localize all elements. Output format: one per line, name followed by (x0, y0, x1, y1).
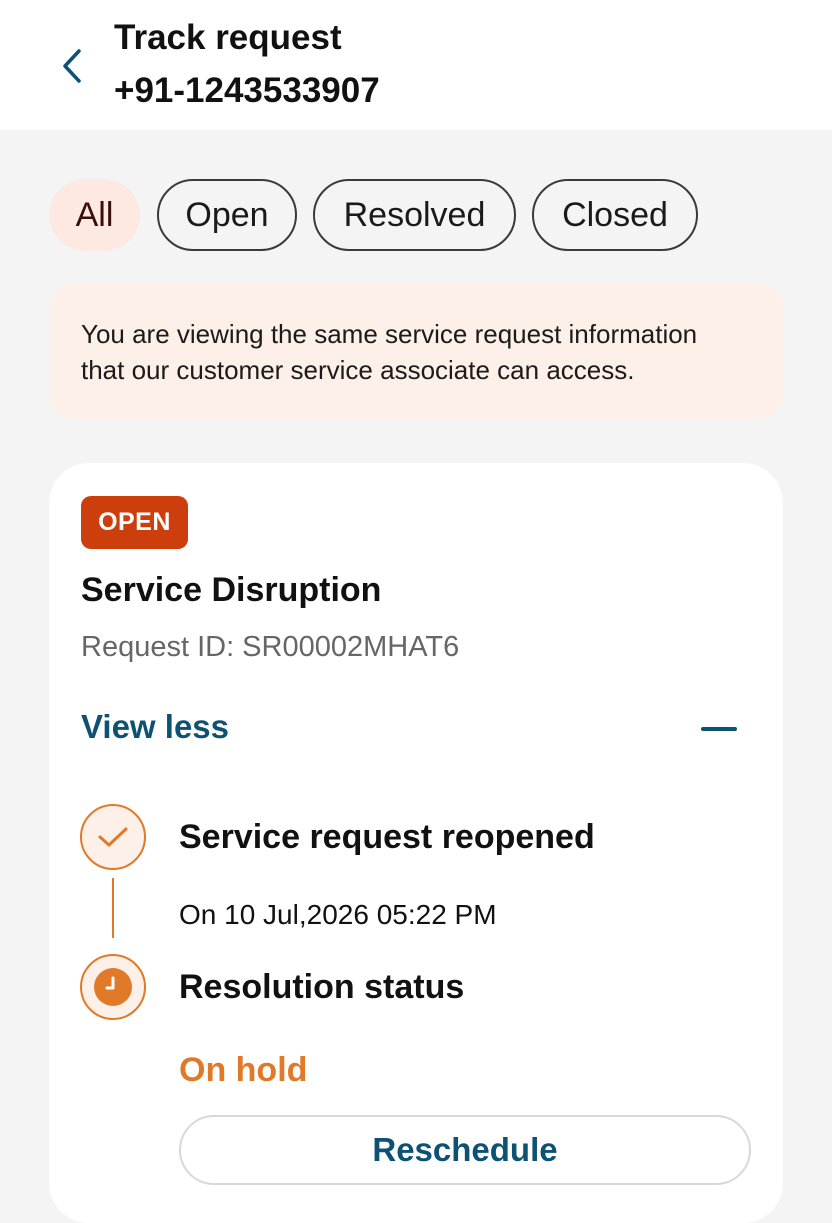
info-text-line-1: You are viewing the same service request… (81, 319, 698, 349)
timeline-step-1-marker (80, 804, 146, 870)
request-title: Service Disruption (81, 571, 382, 609)
timeline-step-2-title: Resolution status (179, 968, 465, 1006)
service-request-card: OPEN Service Disruption Request ID: SR00… (49, 463, 783, 1223)
view-less-link[interactable]: View less (81, 708, 229, 746)
page-subtitle-phone: +91-1243533907 (114, 71, 380, 110)
timeline-step-1-date: On 10 Jul,2026 05:22 PM (179, 899, 497, 930)
resolution-status-value: On hold (179, 1051, 308, 1089)
request-id: Request ID: SR00002MHAT6 (81, 631, 460, 663)
minus-icon[interactable] (701, 727, 737, 731)
timeline-step-2-marker (80, 954, 146, 1020)
timeline-step-1-title: Service request reopened (179, 818, 595, 856)
app-header: Track request +91-1243533907 (0, 0, 832, 130)
timeline-connector (112, 878, 114, 938)
filter-chip-open[interactable]: Open (157, 179, 297, 251)
info-banner: You are viewing the same service request… (49, 283, 783, 419)
page-title: Track request (114, 18, 342, 57)
back-button[interactable] (50, 44, 94, 88)
status-badge: OPEN (81, 496, 188, 549)
clock-icon (94, 968, 132, 1006)
filter-chip-all[interactable]: All (49, 179, 140, 251)
reschedule-button[interactable]: Reschedule (179, 1115, 751, 1185)
info-text-line-2: that our customer service associate can … (81, 355, 635, 385)
chevron-left-icon (63, 49, 81, 83)
filter-chip-resolved[interactable]: Resolved (313, 179, 516, 251)
filter-chip-closed[interactable]: Closed (532, 179, 698, 251)
check-icon (98, 827, 128, 847)
